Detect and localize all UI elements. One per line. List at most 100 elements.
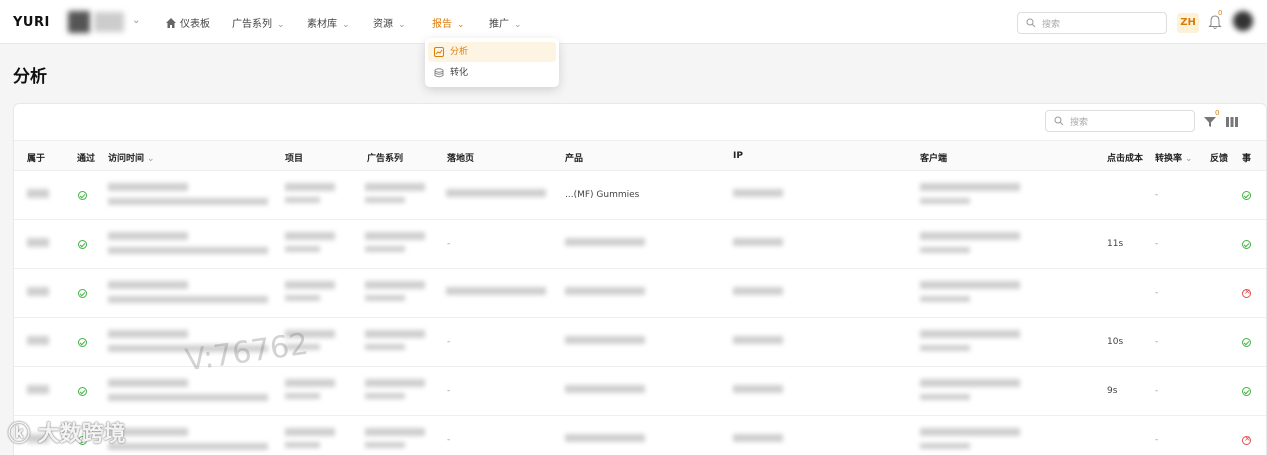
global-search-input[interactable]: 搜索 xyxy=(1017,12,1167,34)
nav-item-promotion[interactable]: 推广 ⌄ xyxy=(489,15,522,30)
account-avatar[interactable] xyxy=(68,11,90,33)
search-icon xyxy=(1026,18,1036,28)
redacted-cell xyxy=(27,385,49,394)
search-placeholder: 搜索 xyxy=(1042,20,1061,30)
table-search-input[interactable]: 搜索 xyxy=(1045,110,1195,132)
dropdown-item-analysis[interactable]: 分析 xyxy=(428,42,556,62)
redacted-cell xyxy=(920,345,970,351)
check-circle-icon xyxy=(1242,240,1251,249)
table-cell: - xyxy=(1155,239,1159,249)
redacted-cell xyxy=(285,246,320,252)
column-header[interactable]: 反馈 xyxy=(1210,151,1228,164)
search-icon xyxy=(1054,116,1064,126)
dropdown-item-conversion[interactable]: 转化 xyxy=(428,63,556,83)
redacted-cell xyxy=(365,393,405,399)
check-circle-icon xyxy=(78,289,87,298)
user-avatar[interactable] xyxy=(1233,11,1253,31)
brand-logo[interactable]: YURI xyxy=(13,15,50,30)
redacted-cell xyxy=(365,442,405,448)
column-header[interactable]: 事 xyxy=(1242,151,1251,164)
chevron-down-icon: ⌄ xyxy=(1185,154,1193,164)
redacted-cell xyxy=(365,183,425,191)
redacted-cell xyxy=(920,183,1020,191)
table-cell: - xyxy=(447,386,451,396)
table-cell: - xyxy=(1155,435,1159,445)
chevron-down-icon[interactable]: ⌄ xyxy=(132,15,140,26)
column-header[interactable]: 属于 xyxy=(27,151,45,164)
table-cell: - xyxy=(1155,190,1159,200)
redacted-cell xyxy=(733,238,783,246)
table-header: 属于 通过 访问时间 ⌄ 项目 广告系列 落地页 产品 IP 客户端 点击成本 转… xyxy=(14,140,1266,171)
redacted-cell xyxy=(733,287,783,295)
redacted-cell xyxy=(920,296,970,302)
redacted-cell xyxy=(920,443,970,449)
redacted-cell xyxy=(365,295,405,301)
redacted-cell xyxy=(108,296,268,303)
nav-label: 仪表板 xyxy=(180,19,210,30)
nav-label: 推广 xyxy=(489,19,509,30)
redacted-cell xyxy=(108,247,268,254)
redacted-cell xyxy=(365,330,425,338)
column-label: 访问时间 xyxy=(108,154,145,164)
x-circle-icon xyxy=(1242,287,1251,298)
nav-item-dashboard[interactable]: 仪表板 xyxy=(166,15,210,30)
table-cell: - xyxy=(1155,386,1159,396)
redacted-cell xyxy=(285,197,320,203)
redacted-cell xyxy=(27,189,49,198)
analysis-table-card: 搜索 0 属于 通过 访问时间 ⌄ 项目 广告系列 落地页 产品 IP 客户端 点… xyxy=(13,103,1267,455)
reports-dropdown: 分析 转化 xyxy=(425,38,559,87)
redacted-cell xyxy=(285,428,335,436)
chevron-down-icon: ⌄ xyxy=(457,20,465,30)
check-circle-icon xyxy=(78,338,87,347)
column-header[interactable]: 通过 xyxy=(77,151,95,164)
redacted-cell xyxy=(733,385,783,393)
chevron-down-icon: ⌄ xyxy=(342,20,350,30)
columns-icon[interactable] xyxy=(1226,117,1238,127)
nav-item-reports[interactable]: 报告 ⌄ xyxy=(424,10,472,32)
redacted-cell xyxy=(285,183,335,191)
table-row[interactable]: ...(MF) Gummies - xyxy=(14,171,1266,220)
column-header-sortable[interactable]: 访问时间 ⌄ xyxy=(108,151,155,164)
nav-item-resources[interactable]: 资源 ⌄ xyxy=(373,15,406,30)
column-header[interactable]: 广告系列 xyxy=(367,151,403,164)
column-header[interactable]: 客户端 xyxy=(920,151,947,164)
redacted-cell xyxy=(920,394,970,400)
account-name[interactable] xyxy=(94,12,124,32)
redacted-cell xyxy=(365,232,425,240)
column-label: 转换率 xyxy=(1155,154,1183,164)
column-header[interactable]: 点击成本 xyxy=(1107,151,1143,164)
redacted-cell xyxy=(365,281,425,289)
column-header[interactable]: 产品 xyxy=(565,151,583,164)
redacted-cell xyxy=(108,330,188,338)
table-cell: 9s xyxy=(1107,386,1118,396)
table-cell: - xyxy=(447,435,451,445)
column-header[interactable]: 落地页 xyxy=(447,151,474,164)
table-row[interactable]: -- xyxy=(14,416,1266,455)
redacted-cell xyxy=(285,393,320,399)
redacted-cell xyxy=(920,198,970,204)
column-header[interactable]: IP xyxy=(733,151,743,161)
language-switch[interactable]: ZH xyxy=(1177,13,1199,33)
table-row[interactable]: - 11s - xyxy=(14,220,1266,269)
redacted-cell xyxy=(27,287,49,296)
nav-label: 报告 xyxy=(432,19,452,30)
column-header[interactable]: 项目 xyxy=(285,151,303,164)
redacted-cell xyxy=(733,336,783,344)
brand-watermark: ⓚ 大数跨境 xyxy=(8,422,126,447)
chevron-down-icon: ⌄ xyxy=(277,20,285,30)
filter-icon[interactable] xyxy=(1204,116,1216,128)
nav-item-campaigns[interactable]: 广告系列 ⌄ xyxy=(232,15,285,30)
check-circle-icon xyxy=(78,240,87,249)
redacted-cell xyxy=(108,443,268,450)
nav-label: 广告系列 xyxy=(232,19,272,30)
table-cell: 11s xyxy=(1107,239,1124,249)
check-circle-icon xyxy=(78,191,87,200)
table-cell: - xyxy=(1155,288,1159,298)
chevron-down-icon: ⌄ xyxy=(514,20,522,30)
nav-item-assets[interactable]: 素材库 ⌄ xyxy=(307,15,350,30)
table-row[interactable]: - xyxy=(14,269,1266,318)
column-header-sortable[interactable]: 转换率 ⌄ xyxy=(1155,151,1193,164)
redacted-cell xyxy=(285,295,320,301)
redacted-cell xyxy=(365,379,425,387)
check-circle-icon xyxy=(1242,191,1251,200)
